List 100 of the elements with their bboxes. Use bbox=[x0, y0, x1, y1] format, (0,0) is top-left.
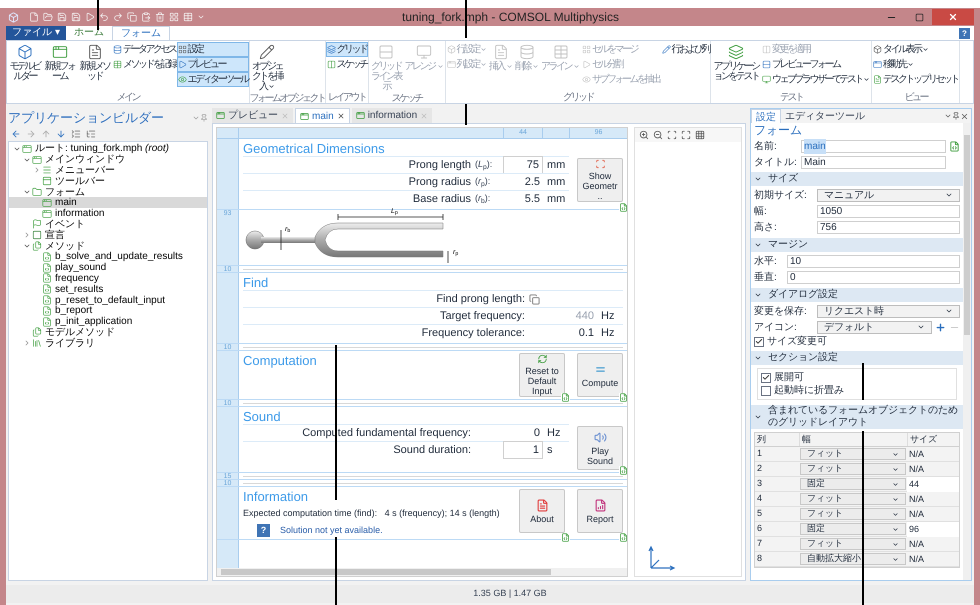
dropdown[interactable]: デフォルト bbox=[817, 320, 932, 334]
dropdown-icon[interactable] bbox=[944, 112, 952, 120]
tree-item[interactable]: frequency bbox=[9, 273, 207, 284]
ribbon-button[interactable]: プレビューフォーム bbox=[761, 57, 871, 72]
copy-icon[interactable] bbox=[127, 12, 137, 22]
ribbon-button[interactable]: アプリケーションをテスト bbox=[711, 42, 761, 83]
folder-icon[interactable] bbox=[43, 12, 53, 22]
ribbon-button[interactable]: エディターツール bbox=[176, 72, 248, 87]
tree-item[interactable]: メインウィンドウ bbox=[9, 154, 207, 166]
add-icon[interactable] bbox=[935, 322, 946, 332]
tree-item[interactable]: set_results bbox=[9, 284, 207, 295]
form-button[interactable]: Compute bbox=[577, 353, 623, 397]
ribbon-button[interactable]: プレビュー bbox=[176, 57, 248, 72]
dropdown[interactable]: フィット bbox=[800, 538, 906, 550]
tree-item[interactable]: b_solve_and_update_results bbox=[9, 251, 207, 262]
save-icon[interactable] bbox=[57, 12, 67, 22]
section-header[interactable]: サイズ bbox=[751, 172, 963, 186]
ribbon-button[interactable]: 行および列 bbox=[660, 42, 710, 57]
tree-item[interactable]: ツールバー bbox=[9, 176, 207, 187]
tree-item[interactable]: p_reset_to_default_input bbox=[9, 294, 207, 306]
tree-item[interactable]: information bbox=[9, 208, 207, 220]
ribbon-button[interactable]: スケッチ bbox=[326, 57, 368, 72]
text-field[interactable]: 10 bbox=[787, 254, 960, 268]
ribbon-button[interactable]: グリッド bbox=[326, 42, 368, 57]
text-field[interactable]: 44 bbox=[907, 476, 959, 492]
ribbon-button[interactable]: データアクセス bbox=[112, 42, 176, 57]
trash-icon[interactable] bbox=[155, 12, 165, 22]
section-header[interactable]: ダイアログ設定 bbox=[751, 288, 963, 302]
new-file-icon[interactable] bbox=[29, 12, 39, 22]
forward-icon[interactable] bbox=[26, 129, 36, 139]
dropdown[interactable]: マニュアル bbox=[817, 188, 960, 202]
table-icon[interactable] bbox=[183, 12, 193, 22]
section-header[interactable]: マージン bbox=[751, 238, 963, 252]
dropdown[interactable]: フィット bbox=[800, 463, 906, 475]
form-button[interactable]: Play Sound bbox=[577, 426, 623, 470]
close-button[interactable] bbox=[932, 9, 974, 25]
vertical-scrollbar[interactable] bbox=[963, 123, 971, 580]
play-icon[interactable] bbox=[85, 12, 95, 22]
text-field[interactable]: Main bbox=[801, 156, 946, 168]
ribbon-button[interactable]: 設定 bbox=[176, 42, 248, 57]
move-up-icon[interactable] bbox=[41, 129, 51, 139]
redo-icon[interactable] bbox=[113, 12, 123, 22]
tree-item[interactable]: イベント bbox=[9, 219, 207, 230]
tree-item[interactable]: ライブラリ bbox=[9, 338, 207, 349]
form-button[interactable]: Report bbox=[577, 489, 623, 533]
copy-icon[interactable] bbox=[529, 294, 540, 304]
checkbox[interactable] bbox=[761, 386, 771, 396]
text-field[interactable]: 1050 bbox=[817, 204, 960, 218]
tree-item[interactable]: 宣言 bbox=[9, 230, 207, 241]
tree-item[interactable]: b_report bbox=[9, 305, 207, 316]
dropdown[interactable]: フィット bbox=[800, 508, 906, 520]
dropdown[interactable]: リクエスト時 bbox=[817, 304, 960, 318]
ribbon-button[interactable]: 新規メソッド bbox=[77, 42, 112, 83]
undo-icon[interactable] bbox=[99, 12, 109, 22]
zoom-out-icon[interactable] bbox=[653, 130, 663, 140]
tree-item[interactable]: モデルメソッド bbox=[9, 327, 207, 338]
horizontal-scrollbar[interactable] bbox=[217, 568, 627, 576]
form-button[interactable]: Show Geometr .. bbox=[577, 158, 623, 202]
section-header[interactable]: 含まれているフォームオブジェクトのためのグリッドレイアウト bbox=[751, 405, 963, 429]
back-icon[interactable] bbox=[11, 129, 21, 139]
ribbon-tab[interactable]: フォーム bbox=[112, 26, 170, 40]
editor-tab[interactable]: information bbox=[352, 108, 432, 123]
tree-item[interactable]: play_sound bbox=[9, 262, 207, 274]
panel-tab[interactable]: エディターツール bbox=[781, 109, 869, 123]
text-field[interactable]: 96 bbox=[907, 522, 959, 536]
form-button[interactable]: About bbox=[519, 489, 565, 533]
editor-tab[interactable]: プレビュー bbox=[212, 108, 293, 123]
zoom-box-icon[interactable] bbox=[667, 130, 677, 140]
tree-item[interactable]: メニューバー bbox=[9, 165, 207, 176]
grid-icon[interactable] bbox=[695, 130, 705, 140]
tree-item[interactable]: p_init_application bbox=[9, 316, 207, 328]
form-button[interactable]: Reset to Default Input bbox=[519, 353, 565, 397]
ribbon-button[interactable]: デスクトップリセット bbox=[872, 72, 959, 87]
close-icon[interactable] bbox=[960, 112, 969, 120]
move-down-icon[interactable] bbox=[56, 129, 66, 139]
editor-tab[interactable]: main bbox=[295, 108, 350, 123]
dropdown[interactable]: フィット bbox=[800, 448, 906, 460]
maximize-icon[interactable] bbox=[915, 12, 924, 22]
ribbon-button[interactable]: メソッドを記録 bbox=[112, 57, 176, 72]
save-icon[interactable] bbox=[71, 12, 81, 22]
help-button[interactable]: ? bbox=[959, 28, 970, 39]
dropdown[interactable]: 自動拡大縮小 bbox=[800, 553, 906, 565]
text-field[interactable]: 0 bbox=[787, 270, 960, 284]
ribbon-button[interactable]: 移動先 bbox=[872, 57, 959, 72]
ribbon-button[interactable]: ウェブブラウザーでテスト bbox=[761, 72, 871, 87]
dropdown[interactable]: フィット bbox=[800, 493, 906, 505]
collapse-icon[interactable] bbox=[71, 129, 81, 139]
paste-icon[interactable] bbox=[141, 12, 151, 22]
ribbon-button[interactable]: オブジェクトを挿入 bbox=[250, 42, 284, 93]
section-header[interactable]: セクション設定 bbox=[751, 351, 963, 365]
edit-icon[interactable] bbox=[949, 140, 960, 152]
dropdown[interactable]: 固定 bbox=[800, 478, 906, 490]
text-field[interactable]: 756 bbox=[817, 220, 960, 234]
tree-item[interactable]: フォーム bbox=[9, 186, 207, 198]
dropdown[interactable]: 固定 bbox=[800, 523, 906, 535]
tree-item[interactable]: main bbox=[9, 197, 207, 208]
checkbox[interactable] bbox=[761, 372, 771, 382]
value-field[interactable]: 1 bbox=[503, 440, 543, 460]
file-menu-button[interactable]: ファイル ▾ bbox=[6, 26, 66, 40]
ribbon-button[interactable]: モデルビルダー bbox=[7, 42, 42, 83]
